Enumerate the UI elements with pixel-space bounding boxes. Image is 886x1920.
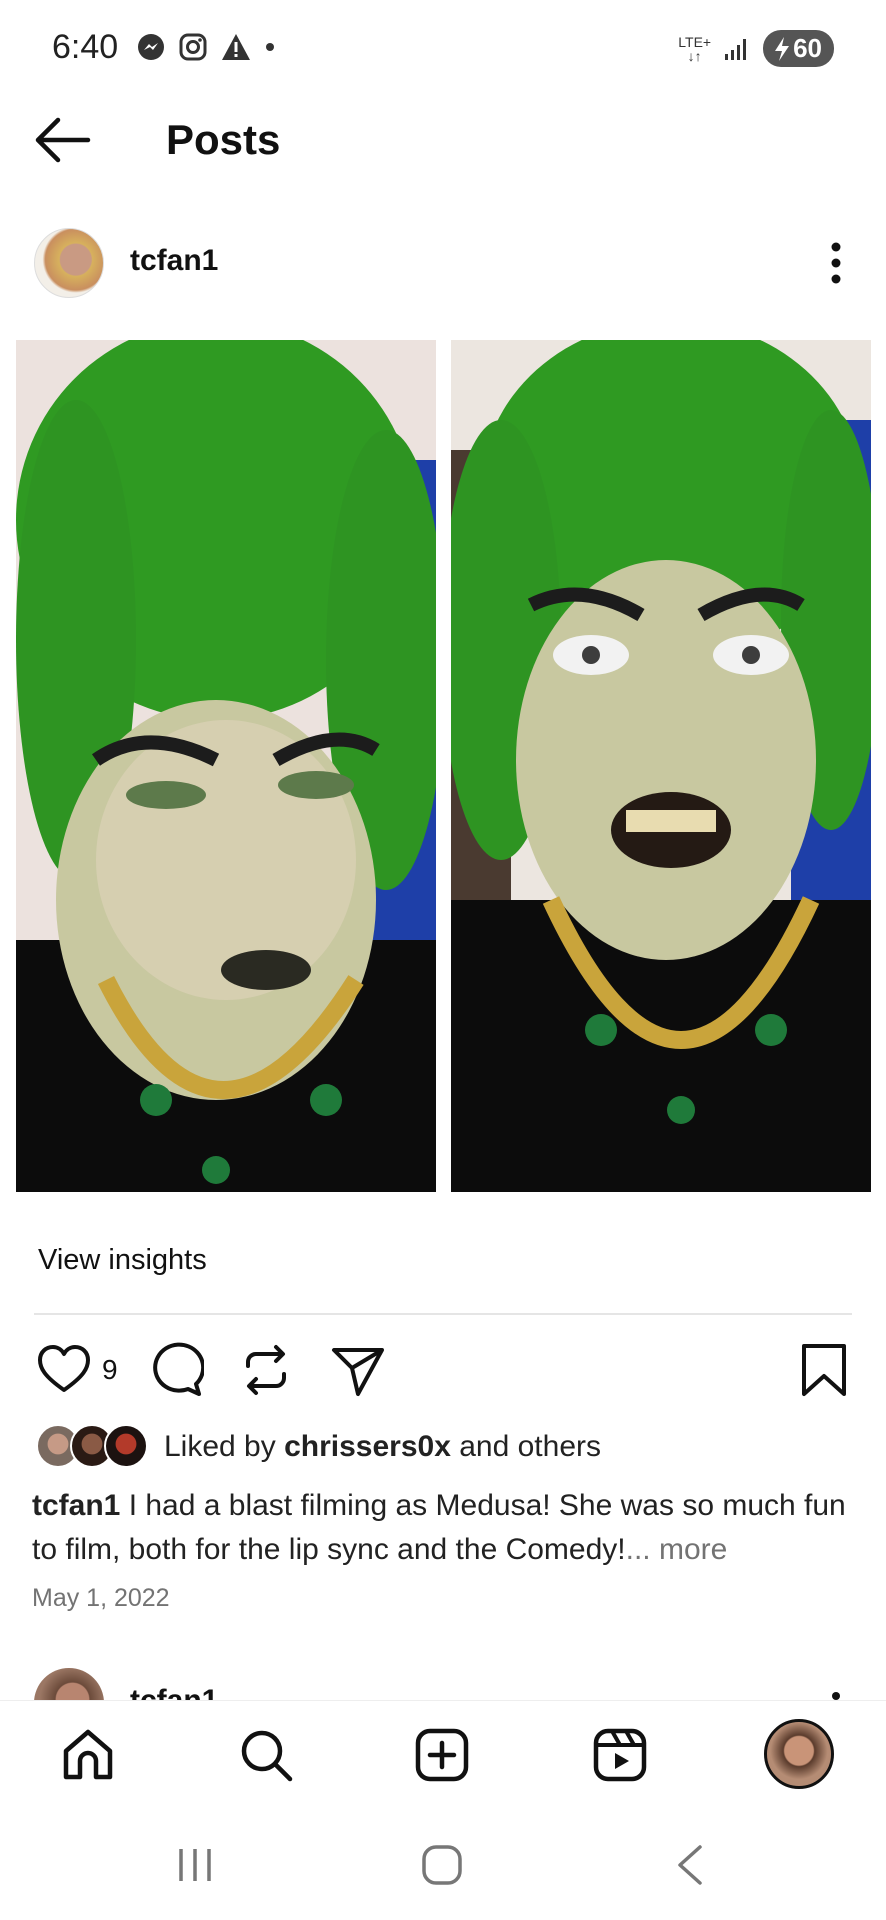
- status-icons-left: [136, 32, 276, 62]
- next-post-username[interactable]: tcfan1: [130, 1684, 218, 1700]
- system-nav-bar: [0, 1810, 886, 1920]
- like-button[interactable]: [36, 1342, 92, 1398]
- signal-icon: [725, 38, 747, 60]
- instagram-icon: [179, 33, 207, 61]
- send-icon: [332, 1348, 384, 1396]
- nav-create[interactable]: [410, 1723, 474, 1787]
- liked-by-text: Liked by chrissers0x and others: [164, 1430, 601, 1464]
- header: Posts: [0, 96, 886, 186]
- reels-icon: [593, 1728, 647, 1782]
- profile-avatar[interactable]: [764, 1719, 834, 1789]
- comment-icon: [153, 1342, 206, 1396]
- status-bar: 6:40 LTE+ ↓↑ 60: [0, 0, 886, 96]
- home-icon: [63, 1729, 113, 1780]
- repost-icon: [246, 1345, 286, 1395]
- arrow-left-icon: [35, 117, 91, 163]
- bookmark-icon: [802, 1344, 846, 1396]
- next-post-header: tcfan1: [0, 1664, 886, 1700]
- next-post-more-icon[interactable]: [832, 1692, 840, 1700]
- avatar[interactable]: [34, 228, 104, 298]
- new-post-icon: [415, 1728, 469, 1782]
- caption: tcfan1 I had a blast filming as Medusa! …: [32, 1484, 862, 1572]
- post-actions: 9: [0, 1336, 886, 1404]
- back-button[interactable]: [34, 116, 94, 164]
- dot-icon: [266, 43, 274, 51]
- lte-icon: LTE+ ↓↑: [678, 33, 712, 64]
- system-home-button[interactable]: [412, 1840, 472, 1890]
- liked-by-prefix: Liked by: [164, 1430, 285, 1463]
- nav-home[interactable]: [56, 1723, 120, 1787]
- nav-search[interactable]: [234, 1723, 298, 1787]
- more-options-button[interactable]: [826, 240, 846, 286]
- comment-button[interactable]: [148, 1342, 206, 1398]
- battery-level: 60: [793, 33, 822, 63]
- home-icon: [422, 1845, 462, 1885]
- battery-charging-icon: 60: [763, 30, 834, 67]
- liker-avatar-3: [104, 1424, 148, 1468]
- view-insights-link[interactable]: View insights: [38, 1244, 207, 1277]
- heart-icon: [38, 1345, 90, 1392]
- nav-reels[interactable]: [588, 1723, 652, 1787]
- bottom-nav: [0, 1700, 886, 1810]
- messenger-icon: [138, 34, 164, 60]
- back-icon: [678, 1845, 702, 1885]
- system-back-button[interactable]: [660, 1840, 720, 1890]
- more-vertical-icon: [831, 242, 841, 284]
- share-button[interactable]: [330, 1342, 386, 1398]
- save-button[interactable]: [796, 1342, 852, 1398]
- post-header: tcfan1: [0, 226, 886, 302]
- bolt-icon: [775, 36, 790, 61]
- caption-username[interactable]: tcfan1: [32, 1489, 120, 1522]
- status-icons-right: LTE+ ↓↑ 60: [678, 30, 834, 67]
- status-time: 6:40: [52, 28, 119, 66]
- post-date: May 1, 2022: [32, 1584, 170, 1612]
- post-image-2[interactable]: [451, 340, 871, 1192]
- warning-icon: [222, 34, 250, 60]
- post-image-1[interactable]: [16, 340, 436, 1192]
- liked-by-suffix: and others: [450, 1430, 601, 1463]
- page-title: Posts: [166, 116, 281, 163]
- liked-by-user[interactable]: chrissers0x: [284, 1430, 451, 1463]
- medusa-costume-photo-2: [451, 340, 871, 1192]
- repost-button[interactable]: [238, 1342, 294, 1398]
- divider: [34, 1313, 852, 1315]
- post-username[interactable]: tcfan1: [130, 244, 218, 278]
- next-post-avatar[interactable]: [34, 1668, 104, 1700]
- medusa-costume-photo-1: [16, 340, 436, 1192]
- like-count[interactable]: 9: [102, 1354, 118, 1386]
- network-type: LTE+: [678, 33, 712, 50]
- caption-more-link[interactable]: ... more: [626, 1533, 728, 1566]
- liked-by-row[interactable]: Liked by chrissers0x and others: [36, 1424, 856, 1470]
- recents-icon: [179, 1849, 211, 1881]
- recents-button[interactable]: [165, 1840, 225, 1890]
- search-icon: [241, 1730, 293, 1782]
